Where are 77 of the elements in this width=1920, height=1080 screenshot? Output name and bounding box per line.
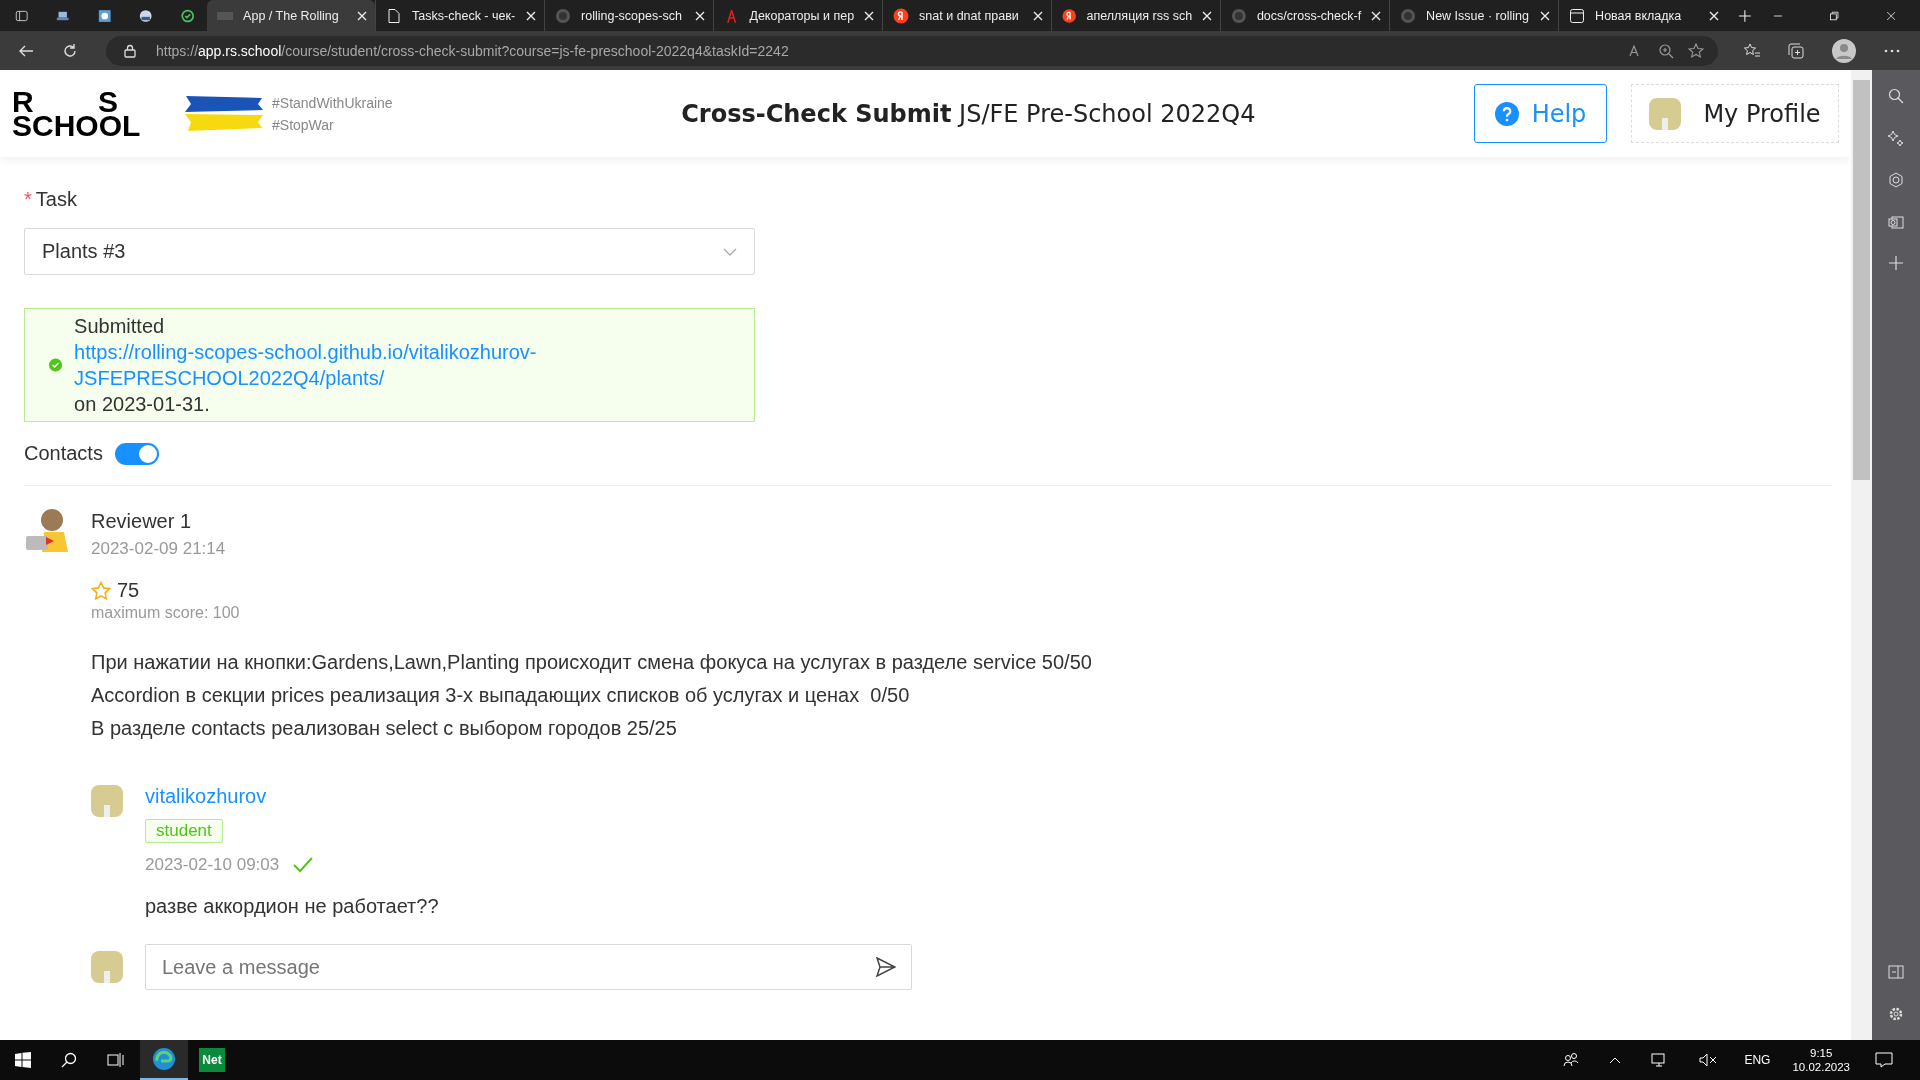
comment-line: При нажатии на кнопки:Gardens,Lawn,Planting происходит смена фокуса на услугах в разделе service 50/50 bbox=[91, 650, 1092, 675]
close-icon[interactable] bbox=[526, 10, 537, 21]
close-icon[interactable] bbox=[1709, 10, 1720, 21]
reply-text: разве аккордион не работает?? bbox=[145, 895, 439, 918]
logo[interactable]: R S SCHOOL bbox=[12, 89, 146, 138]
scrollbar[interactable] bbox=[1851, 70, 1872, 1040]
new-tab-page-icon bbox=[1569, 7, 1586, 24]
favorites-icon[interactable] bbox=[1744, 42, 1760, 59]
question-icon bbox=[1494, 101, 1519, 126]
clock[interactable]: 9:15 10.02.2023 bbox=[1792, 1047, 1850, 1073]
score-value: 75 bbox=[117, 579, 140, 602]
maximum-score: maximum score: 100 bbox=[91, 604, 240, 622]
reviewer-name: Reviewer 1 bbox=[91, 510, 192, 533]
close-icon[interactable] bbox=[1886, 10, 1895, 21]
settings-icon[interactable] bbox=[1888, 1006, 1904, 1022]
close-icon[interactable] bbox=[1202, 10, 1213, 21]
comment-line: В разделе contacts реализован select с выбором городов 25/25 bbox=[91, 716, 678, 741]
profile-icon[interactable] bbox=[1832, 38, 1856, 63]
required-mark: * bbox=[24, 188, 32, 211]
profile-button[interactable]: My Profile bbox=[1631, 84, 1839, 143]
comment-line: Accordion в секции prices реализация 3-х выпадающих списков об услугах и ценах 0/50 bbox=[91, 683, 911, 708]
contacts-switch[interactable] bbox=[114, 442, 159, 465]
review-date: 2023-02-09 21:14 bbox=[91, 539, 226, 559]
close-icon[interactable] bbox=[864, 10, 875, 21]
close-icon[interactable] bbox=[1371, 10, 1382, 21]
add-icon[interactable] bbox=[1889, 256, 1903, 270]
close-icon[interactable] bbox=[695, 10, 706, 21]
check-circle-icon[interactable] bbox=[180, 7, 195, 24]
hexagon-icon[interactable] bbox=[1888, 172, 1904, 188]
reload-icon[interactable] bbox=[62, 42, 78, 59]
browser-app-button[interactable] bbox=[140, 1040, 188, 1080]
hashtag: #StopWar bbox=[272, 116, 335, 133]
net-app-button[interactable]: Net bbox=[199, 1048, 225, 1072]
start-icon[interactable] bbox=[15, 1052, 31, 1068]
avatar-icon bbox=[1649, 97, 1682, 130]
task-view-icon[interactable] bbox=[107, 1052, 125, 1068]
people-icon[interactable] bbox=[1563, 1052, 1580, 1068]
task-label: Task bbox=[35, 188, 77, 211]
zoom-icon[interactable] bbox=[1658, 42, 1674, 59]
sparkle-icon[interactable] bbox=[1888, 130, 1904, 146]
collections-icon[interactable] bbox=[1788, 42, 1804, 59]
avatar-icon bbox=[91, 785, 123, 817]
url-text: https://app.rs.school/course/student/cross-check-submit?course=js-fe-preschool-2022q4&taskId=2242 bbox=[156, 42, 789, 59]
letter-circle-icon bbox=[1062, 7, 1077, 24]
address-bar[interactable]: https://app.rs.school/course/student/cross-check-submit?course=js-fe-preschool-2022q4&taskId=2242 bbox=[106, 35, 1718, 66]
star-plus-icon[interactable] bbox=[1688, 42, 1704, 59]
reply-date: 2023-02-10 09:03 bbox=[145, 855, 280, 875]
hashtag: #StandWithUkraine bbox=[272, 94, 393, 111]
panel-icon[interactable] bbox=[1888, 964, 1904, 980]
chevron-down-icon bbox=[723, 247, 737, 256]
star-icon bbox=[91, 580, 111, 601]
contacts-label: Contacts bbox=[24, 442, 103, 465]
send-icon[interactable] bbox=[876, 957, 896, 977]
document-icon bbox=[386, 7, 403, 24]
more-icon[interactable] bbox=[1884, 48, 1900, 53]
close-icon[interactable] bbox=[1540, 10, 1551, 21]
restore-icon[interactable] bbox=[1830, 10, 1839, 21]
check-circle-icon bbox=[49, 355, 63, 375]
message-field[interactable]: Leave a message bbox=[145, 944, 912, 990]
letter-circle-icon bbox=[893, 7, 910, 24]
globe-icon[interactable] bbox=[139, 7, 153, 24]
lock-icon bbox=[124, 43, 136, 58]
close-icon[interactable] bbox=[357, 10, 368, 21]
role-tag: student bbox=[145, 819, 223, 843]
submission-text: Submitted https://rolling-scopes-school.github.io/vitalikozhurov-JSFEPRESCHOOL2022Q4/plants/ on 2023-01-31. bbox=[74, 313, 734, 417]
language-indicator[interactable]: ENG bbox=[1744, 1053, 1771, 1067]
swirl-icon bbox=[152, 1047, 176, 1071]
muted-speaker-icon[interactable] bbox=[1699, 1052, 1718, 1068]
chevron-up-icon[interactable] bbox=[1609, 1056, 1622, 1064]
page-title: Cross-Check Submit JS/FE Pre-School 2022Q4 bbox=[680, 99, 1257, 128]
search-icon[interactable] bbox=[61, 1052, 77, 1068]
task-select[interactable]: Plants #3 bbox=[24, 228, 755, 275]
browser-tab[interactable]: App / The Rolling bbox=[207, 0, 376, 31]
new-tab-icon[interactable] bbox=[1739, 8, 1751, 23]
close-icon[interactable] bbox=[1033, 10, 1044, 21]
notifications-icon[interactable] bbox=[1875, 1052, 1893, 1068]
avatar-icon bbox=[91, 951, 123, 983]
